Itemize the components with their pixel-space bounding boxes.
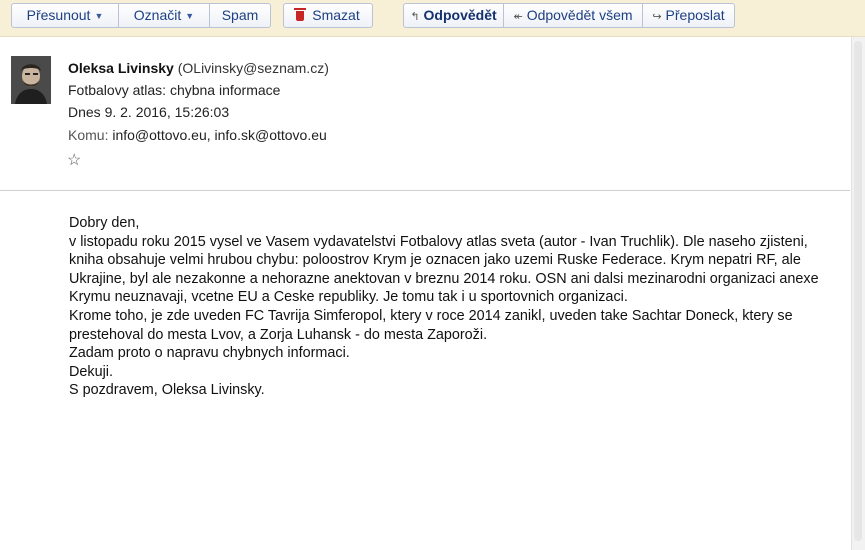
reply-button-label: Odpovědět (423, 7, 497, 23)
message-body: Dobry den, v listopadu roku 2015 vysel v… (69, 214, 859, 400)
message-toolbar: Přesunout ▼ Označit ▼ Spam Smazat ↰ Odpověd… (0, 0, 865, 37)
body-line: Krymu neuznavaji, vcetne EU a Ceske repu… (69, 289, 628, 306)
trash-icon (294, 8, 307, 21)
mark-button-label: Označit (133, 7, 182, 23)
spam-button[interactable]: Spam (210, 3, 271, 28)
body-line: Dobry den, (69, 215, 140, 231)
forward-icon: ↪ (652, 11, 662, 23)
body-line: S pozdravem, Oleksa Livinsky. (69, 382, 265, 399)
spam-button-label: Spam (221, 7, 259, 23)
sender-line: Oleksa Livinsky (OLivinsky@seznam.cz) (68, 60, 329, 76)
reply-all-icon: ↞ (513, 11, 523, 23)
message-date: Dnes 9. 2. 2016, 15:26:03 (68, 104, 230, 120)
body-line: v listopadu roku 2015 vysel ve Vasem vyd… (69, 233, 808, 250)
body-line: Zadam proto o napravu chybnych informaci… (69, 345, 350, 362)
to-label: Komu: (68, 127, 109, 143)
chevron-down-icon: ▼ (185, 11, 195, 21)
body-line: kniha obsahuje velmi hrubou chybu: poloo… (69, 252, 801, 269)
reply-button[interactable]: ↰ Odpovědět (403, 3, 504, 28)
body-line: Ukrajine, byl ale nezakonne a nehorazne … (69, 270, 819, 287)
message-header: Oleksa Livinsky (OLivinsky@seznam.cz) Fo… (0, 37, 851, 191)
forward-button[interactable]: ↪ Přeposlat (643, 3, 735, 28)
vertical-scrollbar[interactable] (851, 37, 865, 550)
delete-button-label: Smazat (312, 7, 360, 23)
reply-all-button-label: Odpovědět všem (526, 7, 633, 23)
message-subject: Fotbalovy atlas: chybna informace (68, 82, 281, 98)
sender-email: (OLivinsky@seznam.cz) (177, 60, 329, 76)
recipients-line: Komu: info@ottovo.eu, info.sk@ottovo.eu (68, 127, 327, 143)
header-divider (0, 190, 850, 191)
delete-button[interactable]: Smazat (283, 3, 373, 28)
body-line: prestehoval do mesta Lvov, a Zorja Luhan… (69, 326, 488, 343)
avatar (11, 56, 51, 104)
move-button[interactable]: Přesunout ▼ (11, 3, 119, 28)
move-button-label: Přesunout (26, 7, 91, 23)
mark-button[interactable]: Označit ▼ (119, 3, 210, 28)
chevron-down-icon: ▼ (94, 11, 104, 21)
scrollbar-thumb[interactable] (854, 41, 862, 541)
to-value: info@ottovo.eu, info.sk@ottovo.eu (112, 127, 327, 143)
body-line: Krome toho, je zde uveden FC Tavrija Sim… (69, 307, 793, 324)
sender-name[interactable]: Oleksa Livinsky (68, 60, 174, 76)
forward-button-label: Přeposlat (665, 7, 725, 23)
reply-icon: ↰ (410, 11, 420, 23)
reply-all-button[interactable]: ↞ Odpovědět všem (504, 3, 643, 28)
body-line: Dekuji. (69, 363, 113, 380)
star-icon[interactable]: ☆ (67, 150, 81, 170)
